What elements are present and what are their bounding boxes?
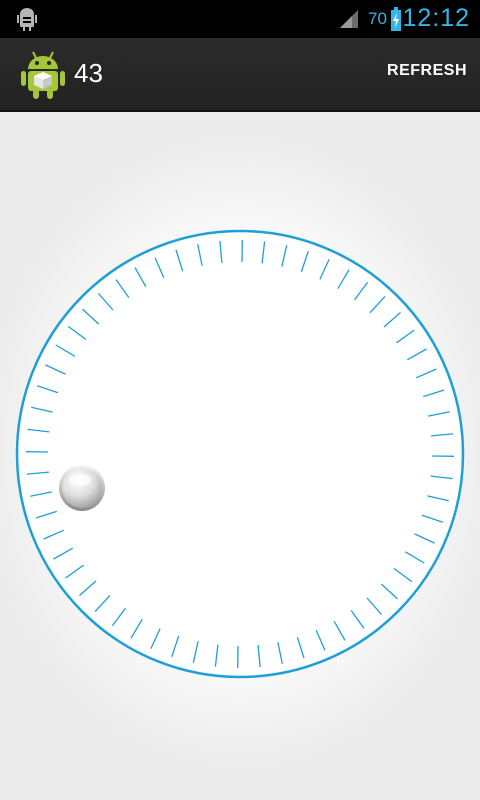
clock: 12:12: [402, 4, 470, 32]
rotary-dial[interactable]: [0, 112, 480, 800]
refresh-button[interactable]: REFRESH: [387, 62, 467, 80]
status-bar: 70 12:12: [0, 0, 480, 38]
signal-icon: [340, 10, 358, 28]
android-cube-icon[interactable]: [20, 48, 66, 100]
battery-level: 70: [368, 9, 387, 28]
battery-icon: [391, 7, 401, 31]
action-bar: 43 REFRESH: [0, 38, 480, 112]
dial-knob[interactable]: [59, 465, 105, 511]
debug-android-icon: [17, 8, 37, 31]
app-title: 43: [74, 58, 103, 88]
dial-face: [15, 229, 465, 679]
